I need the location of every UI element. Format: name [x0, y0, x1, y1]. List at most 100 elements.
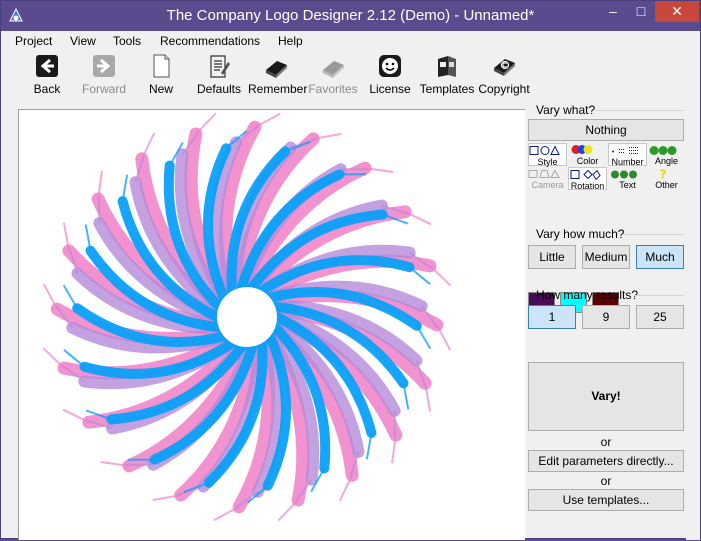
book-disabled-icon: [320, 53, 346, 79]
close-button[interactable]: ✕: [655, 1, 699, 22]
logo-blade-tip: [430, 266, 451, 286]
menu-view[interactable]: View: [70, 34, 96, 48]
license-button[interactable]: License: [362, 53, 418, 96]
minimize-button[interactable]: –: [599, 1, 627, 22]
logo-blade-tip: [340, 475, 353, 501]
tab-text-label: Text: [608, 180, 647, 190]
logo-blade-tip: [64, 285, 77, 308]
logo-blade-tip: [196, 113, 216, 134]
toolbar: Back Forward New Defaults: [1, 51, 700, 99]
logo-center: [217, 287, 277, 347]
green-spheres-icon: [647, 144, 679, 156]
new-label: New: [133, 82, 189, 96]
new-page-icon: [148, 53, 174, 79]
edit-parameters-button[interactable]: Edit parameters directly...: [528, 450, 684, 472]
forward-button[interactable]: Forward: [76, 53, 132, 96]
results-25-button[interactable]: 25: [636, 305, 684, 329]
dots-icon: [609, 145, 641, 157]
title-bar[interactable]: The Company Logo Designer 2.12 (Demo) - …: [1, 1, 700, 31]
vary-button[interactable]: Vary!: [528, 362, 684, 431]
book-icon: [263, 53, 289, 79]
tab-angle-label: Angle: [647, 156, 686, 166]
favorites-label: Favorites: [305, 82, 361, 96]
tab-color-label: Color: [568, 156, 607, 166]
document-list-icon: [206, 53, 232, 79]
tab-camera-label: Camera: [528, 180, 567, 190]
menu-bar: Project View Tools Recommendations Help: [1, 31, 700, 51]
copyright-button[interactable]: Copyright: [476, 53, 532, 96]
tab-angle[interactable]: Angle: [647, 143, 686, 166]
defaults-label: Defaults: [191, 82, 247, 96]
defaults-button[interactable]: Defaults: [191, 53, 247, 96]
tab-other-label: Other: [647, 180, 686, 190]
vary-how-much-title: Vary how much?: [536, 227, 624, 241]
much-button[interactable]: Much: [636, 245, 684, 269]
templates-label: Templates: [419, 82, 475, 96]
tab-color[interactable]: Color: [568, 143, 607, 166]
back-label: Back: [19, 82, 75, 96]
logo-blade-tip: [278, 500, 298, 521]
tab-camera[interactable]: Camera: [528, 167, 567, 190]
logo-blade-tip: [417, 326, 431, 349]
menu-project[interactable]: Project: [15, 34, 52, 48]
tab-other[interactable]: ? Other: [647, 167, 686, 190]
tab-style[interactable]: Style: [528, 143, 567, 166]
nothing-button[interactable]: Nothing: [528, 119, 684, 141]
back-button[interactable]: Back: [19, 53, 75, 96]
panel-edge: [686, 101, 700, 540]
tab-rotation[interactable]: Rotation: [568, 167, 607, 190]
divider: [634, 295, 684, 296]
maximize-button[interactable]: □: [627, 1, 655, 22]
favorites-button[interactable]: Favorites: [305, 53, 361, 96]
how-many-results-title: How many results?: [536, 288, 638, 302]
little-button[interactable]: Little: [528, 245, 576, 269]
remember-label: Remember: [248, 82, 304, 96]
vary-panel: Vary what? Nothing Style Color Number An…: [528, 101, 686, 540]
logo-blade-tip: [44, 284, 58, 309]
copyright-label: Copyright: [476, 82, 532, 96]
forward-label: Forward: [76, 82, 132, 96]
question-mark-icon: ?: [647, 168, 679, 180]
back-arrow-icon: [34, 53, 60, 79]
logo-blade-tip: [437, 325, 451, 350]
logo-canvas[interactable]: [18, 109, 525, 540]
results-1-button[interactable]: 1: [528, 305, 576, 329]
logo-blade-tip: [142, 133, 155, 159]
or-text-1: or: [528, 435, 684, 449]
camera-shapes-icon: [528, 168, 560, 180]
forward-arrow-icon: [91, 53, 117, 79]
use-templates-button[interactable]: Use templates...: [528, 489, 684, 511]
color-circles-icon: [568, 144, 596, 156]
new-button[interactable]: New: [133, 53, 189, 96]
menu-recommendations[interactable]: Recommendations: [160, 34, 260, 48]
templates-icon: [434, 53, 460, 79]
logo-blade-tip: [214, 507, 239, 521]
medium-button[interactable]: Medium: [582, 245, 630, 269]
divider: [622, 234, 684, 235]
logo-preview: [19, 110, 526, 541]
menu-help[interactable]: Help: [278, 34, 303, 48]
logo-blade-tip: [255, 114, 280, 128]
logo-blade-tip: [63, 410, 89, 423]
tab-style-label: Style: [529, 157, 566, 167]
smiley-icon: [377, 53, 403, 79]
tab-number[interactable]: Number: [608, 143, 647, 166]
svg-text:?: ?: [660, 168, 667, 180]
logo-blade-tip: [43, 348, 64, 368]
logo-blade-tip: [405, 212, 431, 225]
app-window: The Company Logo Designer 2.12 (Demo) - …: [0, 0, 701, 539]
vary-what-title: Vary what?: [536, 103, 595, 117]
menu-tools[interactable]: Tools: [113, 34, 141, 48]
rotated-shapes-icon: [569, 169, 601, 181]
results-9-button[interactable]: 9: [582, 305, 630, 329]
license-label: License: [362, 82, 418, 96]
tab-rotation-label: Rotation: [569, 181, 606, 191]
or-text-2: or: [528, 474, 684, 488]
copyright-book-icon: [491, 53, 517, 79]
tab-number-label: Number: [609, 157, 646, 167]
remember-button[interactable]: Remember: [248, 53, 304, 96]
window-title: The Company Logo Designer 2.12 (Demo) - …: [1, 7, 700, 24]
templates-button[interactable]: Templates: [419, 53, 475, 96]
tab-text[interactable]: Text: [608, 167, 647, 190]
shapes-icon: [529, 145, 561, 157]
